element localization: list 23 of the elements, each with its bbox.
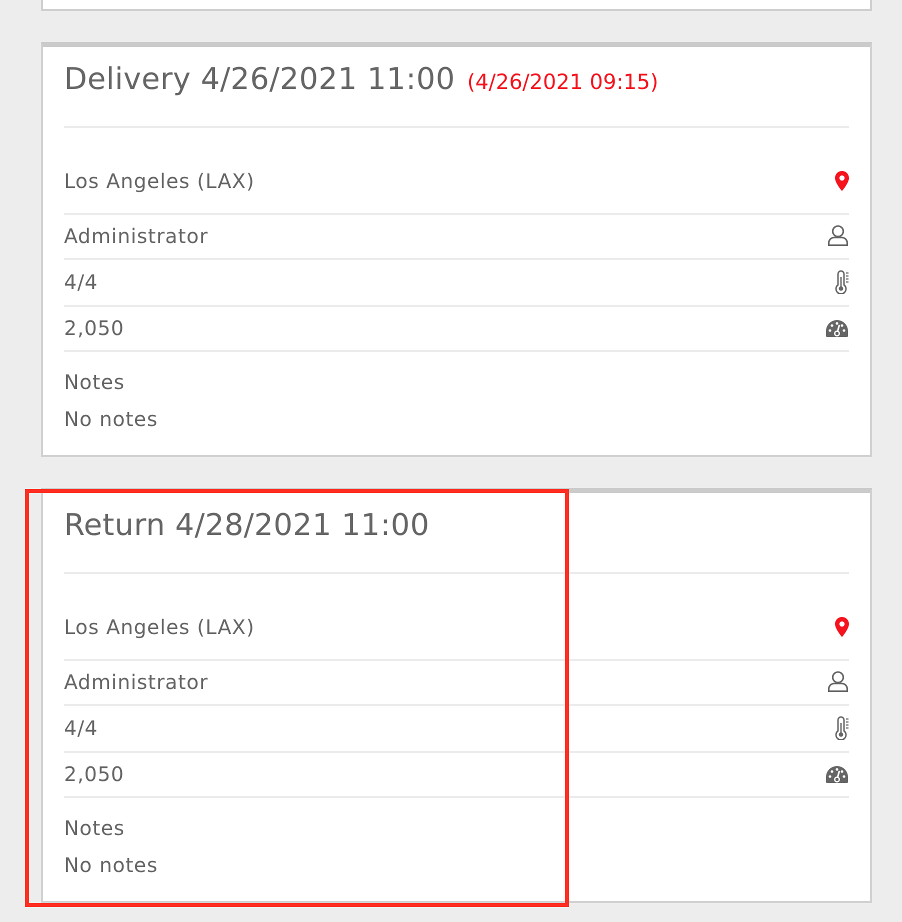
user-value: Administrator — [64, 225, 208, 247]
gauge-icon — [825, 318, 849, 338]
notes-label: Notes — [64, 817, 125, 839]
event-title: Return 4/28/2021 11:00 — [64, 508, 430, 544]
user-value: Administrator — [64, 671, 208, 693]
thermometer-value: 4/4 — [64, 717, 98, 739]
notes-text: No notes — [64, 408, 158, 430]
notes-label: Notes — [64, 371, 125, 393]
map-pin-icon — [835, 617, 849, 637]
user-icon — [827, 225, 849, 247]
map-pin-icon — [835, 171, 849, 191]
event-title: Delivery 4/26/2021 11:00 — [64, 62, 456, 98]
notes-text: No notes — [64, 854, 158, 876]
thermometer-icon — [835, 270, 849, 294]
thermometer-value: 4/4 — [64, 271, 98, 293]
gauge-icon — [825, 764, 849, 784]
gauge-value: 2,050 — [64, 317, 124, 339]
location-value: Los Angeles (LAX) — [64, 616, 255, 638]
user-icon — [827, 671, 849, 693]
location-value: Los Angeles (LAX) — [64, 170, 255, 192]
gauge-value: 2,050 — [64, 763, 124, 785]
actual-time: (4/26/2021 09:15) — [467, 70, 658, 94]
thermometer-icon — [835, 716, 849, 740]
